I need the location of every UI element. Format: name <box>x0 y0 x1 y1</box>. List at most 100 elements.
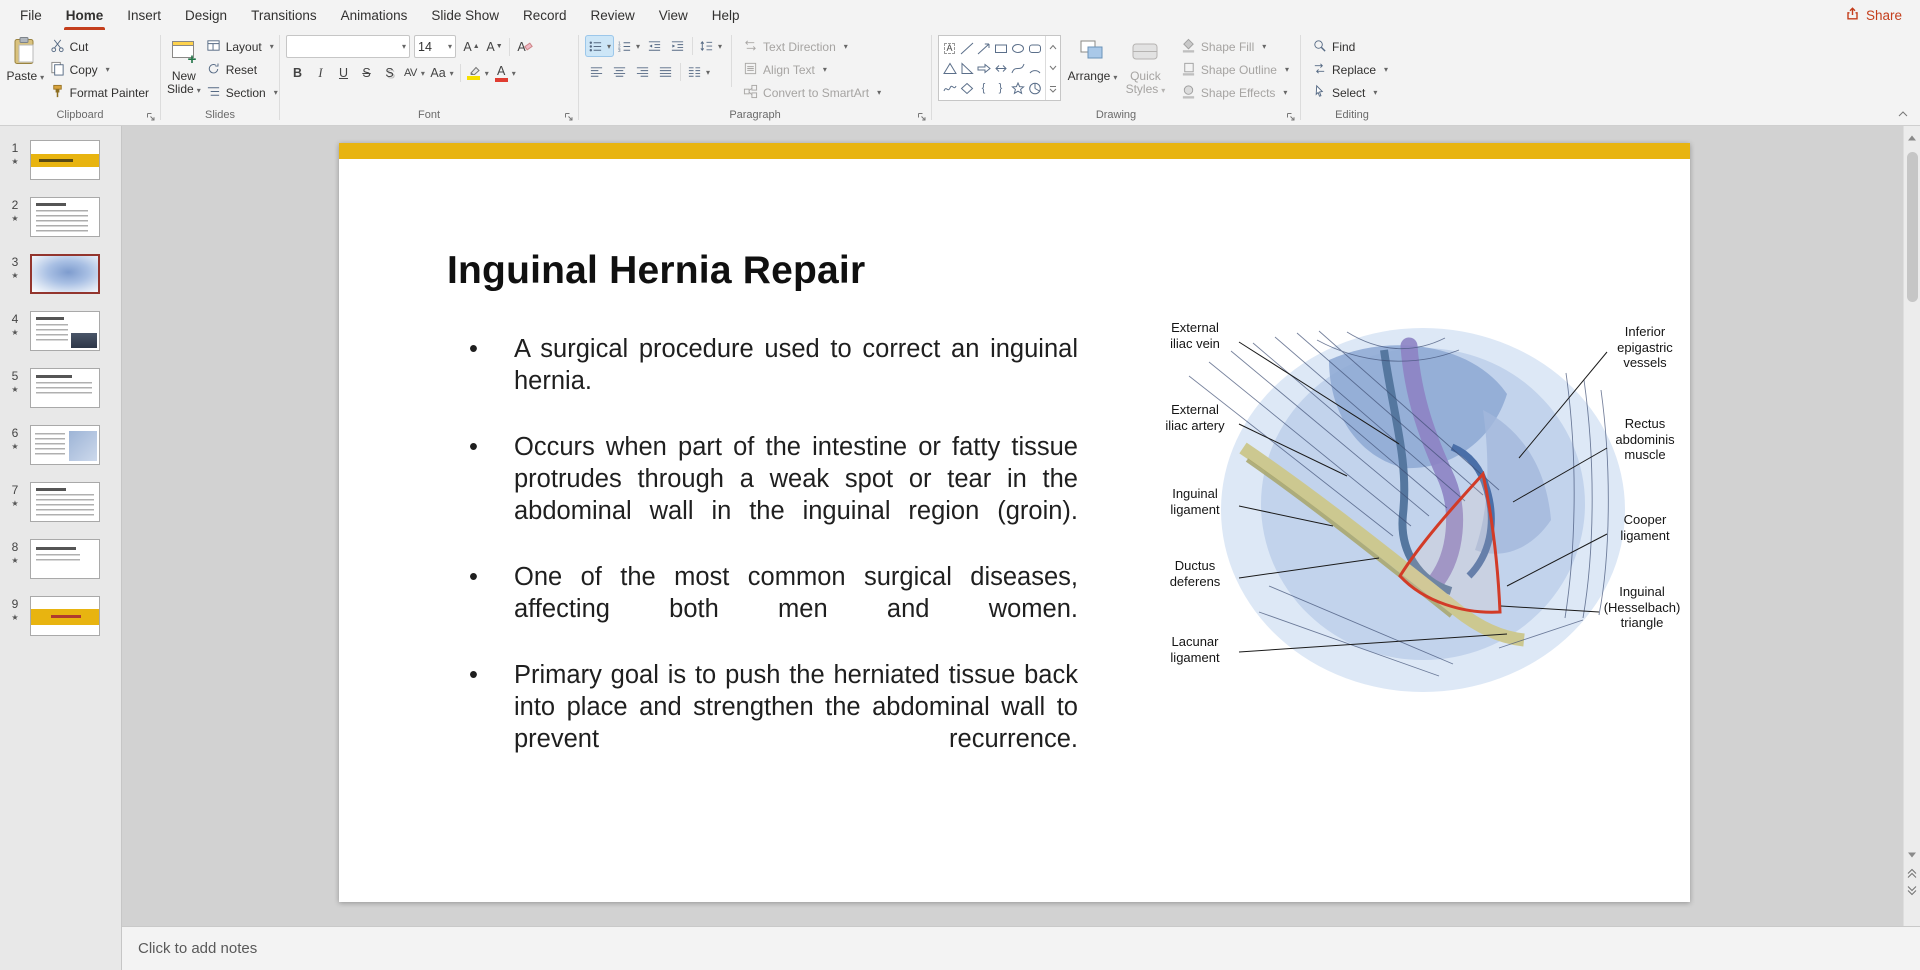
slide-thumbnail[interactable] <box>30 368 100 408</box>
thumbnail-row-2[interactable]: 2★ <box>6 197 121 237</box>
shape-line[interactable] <box>958 38 975 58</box>
layout-button[interactable]: Layout <box>201 36 283 57</box>
underline-button[interactable]: U <box>332 62 355 84</box>
arrange-button[interactable]: Arrange <box>1066 35 1119 84</box>
share-button[interactable]: Share <box>1827 0 1920 30</box>
shape-star[interactable] <box>1009 78 1026 98</box>
text-shadow-button[interactable]: S <box>378 62 401 84</box>
shape-pie[interactable] <box>1026 78 1043 98</box>
tab-review[interactable]: Review <box>578 0 646 30</box>
collapse-ribbon-button[interactable] <box>1894 106 1912 121</box>
shape-outline-button[interactable]: Shape Outline <box>1176 59 1294 80</box>
slide-body-textbox[interactable]: A surgical procedure used to correct an … <box>459 333 1078 789</box>
section-button[interactable]: Section <box>201 82 283 103</box>
slide-thumbnail[interactable] <box>30 539 100 579</box>
numbering-button[interactable]: 123 <box>614 35 643 57</box>
tab-file[interactable]: File <box>8 0 54 30</box>
thumbnail-row-5[interactable]: 5★ <box>6 368 121 408</box>
slide-thumbnail[interactable] <box>30 482 100 522</box>
text-direction-button[interactable]: Text Direction <box>738 36 886 57</box>
shape-right-brace[interactable]: } <box>992 78 1009 98</box>
slide-title[interactable]: Inguinal Hernia Repair <box>447 249 865 293</box>
shape-effects-button[interactable]: Shape Effects <box>1176 82 1294 103</box>
decrease-indent-button[interactable] <box>643 35 666 57</box>
slide-thumbnail-panel[interactable]: 1★ 2★ 3★ 4★ 5★ 6★ <box>0 126 122 970</box>
animation-star-icon[interactable]: ★ <box>11 556 18 565</box>
scrollbar-thumb[interactable] <box>1907 152 1918 302</box>
reset-button[interactable]: Reset <box>201 59 283 80</box>
tab-home[interactable]: Home <box>54 0 116 30</box>
previous-slide-button[interactable] <box>1904 864 1920 882</box>
cut-button[interactable]: Cut <box>45 36 154 57</box>
animation-star-icon[interactable]: ★ <box>11 214 18 223</box>
slide-thumbnail[interactable] <box>30 425 100 465</box>
font-name-combo[interactable] <box>286 35 410 58</box>
slide-thumbnail[interactable] <box>30 311 100 351</box>
shape-left-brace[interactable]: { <box>975 78 992 98</box>
shape-textbox[interactable]: A <box>941 38 958 58</box>
font-color-button[interactable]: A <box>492 62 519 84</box>
shape-curve[interactable] <box>1009 58 1026 78</box>
thumbnail-row-3[interactable]: 3★ <box>6 254 121 294</box>
vertical-scrollbar[interactable] <box>1903 126 1920 926</box>
shape-diamond[interactable] <box>958 78 975 98</box>
character-spacing-button[interactable]: AV <box>401 62 427 84</box>
scroll-up-button[interactable] <box>1904 129 1920 147</box>
thumbnail-row-8[interactable]: 8★ <box>6 539 121 579</box>
align-right-button[interactable] <box>631 61 654 83</box>
tab-design[interactable]: Design <box>173 0 239 30</box>
notes-pane[interactable]: Click to add notes <box>122 926 1920 970</box>
slide-thumbnail[interactable] <box>30 197 100 237</box>
font-name-input[interactable] <box>290 40 399 54</box>
slide-thumbnail[interactable] <box>30 140 100 180</box>
strikethrough-button[interactable]: S <box>355 62 378 84</box>
animation-star-icon[interactable]: ★ <box>11 442 18 451</box>
shape-fill-button[interactable]: Shape Fill <box>1176 36 1294 57</box>
slide-thumbnail-selected[interactable] <box>30 254 100 294</box>
paste-button[interactable]: Paste <box>6 35 45 84</box>
gallery-scroll-down-button[interactable] <box>1046 57 1060 78</box>
columns-button[interactable] <box>684 61 713 83</box>
slide-thumbnail[interactable] <box>30 596 100 636</box>
current-slide[interactable]: Inguinal Hernia Repair A surgical proced… <box>339 143 1690 902</box>
decrease-font-size-button[interactable]: A▼ <box>483 36 506 58</box>
shape-scribble[interactable] <box>941 78 958 98</box>
tab-view[interactable]: View <box>647 0 700 30</box>
clipboard-dialog-launcher[interactable] <box>146 112 157 123</box>
shape-right-triangle[interactable] <box>958 58 975 78</box>
shape-arrow[interactable] <box>975 38 992 58</box>
tab-animations[interactable]: Animations <box>329 0 420 30</box>
slide-canvas-area[interactable]: Inguinal Hernia Repair A surgical proced… <box>122 126 1920 926</box>
animation-star-icon[interactable]: ★ <box>11 271 18 280</box>
align-left-button[interactable] <box>585 61 608 83</box>
change-case-button[interactable]: Aa <box>427 62 456 84</box>
convert-to-smartart-button[interactable]: Convert to SmartArt <box>738 82 886 103</box>
font-size-combo[interactable] <box>414 35 456 58</box>
animation-star-icon[interactable]: ★ <box>11 328 18 337</box>
thumbnail-row-4[interactable]: 4★ <box>6 311 121 351</box>
font-dialog-launcher[interactable] <box>564 112 575 123</box>
copy-button[interactable]: Copy <box>45 59 154 80</box>
hernia-anatomy-illustration[interactable]: External iliac vein External iliac arter… <box>1151 318 1684 698</box>
replace-button[interactable]: Replace <box>1307 59 1393 80</box>
increase-indent-button[interactable] <box>666 35 689 57</box>
drawing-dialog-launcher[interactable] <box>1286 112 1297 123</box>
thumbnail-row-1[interactable]: 1★ <box>6 140 121 180</box>
thumbnail-row-9[interactable]: 9★ <box>6 596 121 636</box>
shape-rounded-rectangle[interactable] <box>1026 38 1043 58</box>
justify-button[interactable] <box>654 61 677 83</box>
find-button[interactable]: Find <box>1307 36 1393 57</box>
shape-double-arrow[interactable] <box>992 58 1009 78</box>
clear-formatting-button[interactable]: A <box>513 36 536 58</box>
bold-button[interactable]: B <box>286 62 309 84</box>
thumbnail-row-6[interactable]: 6★ <box>6 425 121 465</box>
shape-arc[interactable] <box>1026 58 1043 78</box>
thumbnail-row-7[interactable]: 7★ <box>6 482 121 522</box>
paragraph-dialog-launcher[interactable] <box>917 112 928 123</box>
tab-help[interactable]: Help <box>700 0 752 30</box>
shape-rectangle[interactable] <box>992 38 1009 58</box>
shape-oval[interactable] <box>1009 38 1026 58</box>
line-spacing-button[interactable] <box>696 35 725 57</box>
increase-font-size-button[interactable]: A▲ <box>460 36 483 58</box>
bullets-button[interactable] <box>585 35 614 57</box>
